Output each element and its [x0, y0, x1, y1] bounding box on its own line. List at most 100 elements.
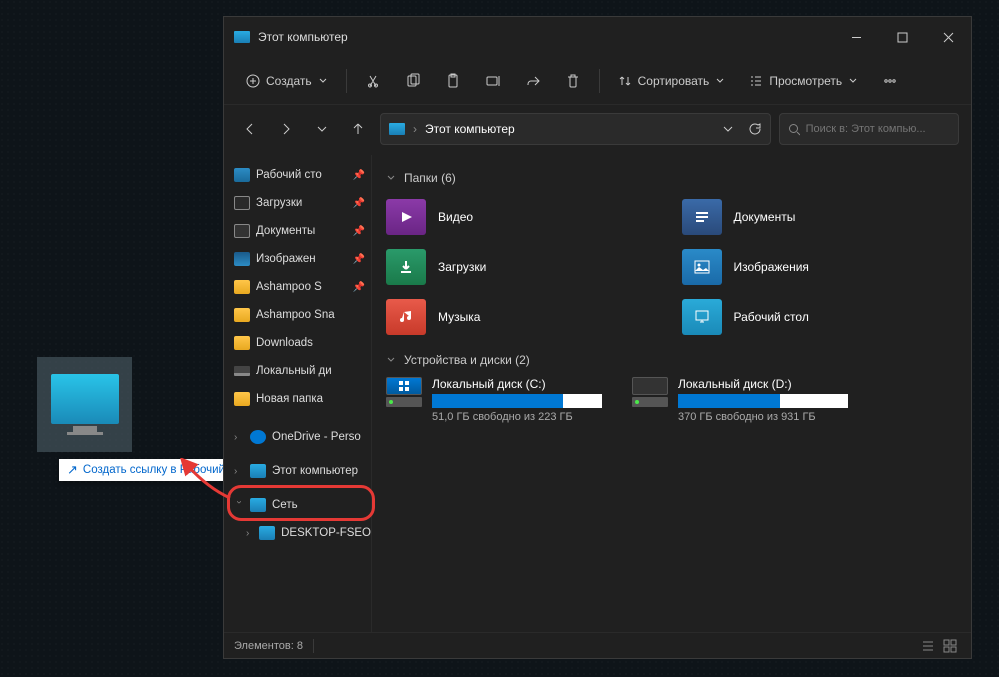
drive-name: Локальный диск (D:)	[678, 377, 848, 391]
folder-icon	[234, 308, 250, 322]
up-button[interactable]	[344, 115, 372, 143]
drive-item[interactable]: Локальный диск (C:) 51,0 ГБ свободно из …	[386, 377, 602, 423]
details-view-button[interactable]	[917, 637, 939, 655]
sidebar-item[interactable]: Ashampoo S 📌	[224, 273, 371, 301]
forward-button[interactable]	[272, 115, 300, 143]
folder-item[interactable]: Изображения	[682, 245, 958, 289]
this-pc-icon	[389, 123, 405, 135]
drives-header-label: Устройства и диски (2)	[404, 353, 530, 367]
folder-icon	[234, 366, 250, 376]
drive-usage-bar	[432, 394, 602, 408]
view-button-label: Просмотреть	[769, 74, 842, 88]
sort-button-label: Сортировать	[638, 74, 710, 88]
folder-type-icon	[386, 299, 426, 335]
sidebar-item-label: Downloads	[256, 337, 313, 349]
folder-item[interactable]: Видео	[386, 195, 662, 239]
recent-button[interactable]	[308, 115, 336, 143]
sidebar-item-label: Загрузки	[256, 197, 302, 209]
sidebar-item-label: Документы	[256, 225, 315, 237]
folder-icon	[234, 252, 250, 266]
chevron-down-icon[interactable]	[722, 123, 734, 135]
copy-button[interactable]	[395, 65, 431, 97]
sidebar-item[interactable]: Документы 📌	[224, 217, 371, 245]
sidebar-item-label: DESKTOP-FSEO	[281, 527, 371, 539]
refresh-icon[interactable]	[748, 122, 762, 136]
folder-item[interactable]: Загрузки	[386, 245, 662, 289]
folder-type-icon	[682, 199, 722, 235]
shortcut-arrow-icon: ↗	[67, 462, 78, 478]
folder-label: Изображения	[734, 260, 809, 274]
navbar: › Этот компьютер	[224, 105, 971, 153]
view-button[interactable]: Просмотреть	[739, 65, 868, 97]
new-button[interactable]: Создать	[236, 65, 338, 97]
folder-icon	[234, 280, 250, 294]
drives-group-header[interactable]: Устройства и диски (2)	[386, 353, 957, 367]
sidebar-item-label: Новая папка	[256, 393, 323, 405]
folders-header-label: Папки (6)	[404, 171, 456, 185]
sidebar-item-network[interactable]: ›Сеть	[224, 491, 371, 519]
folder-item[interactable]: Рабочий стол	[682, 295, 958, 339]
drive-free-space: 370 ГБ свободно из 931 ГБ	[678, 411, 848, 423]
sidebar-item-label: Ashampoo S	[256, 281, 322, 293]
sidebar-item-label: Сеть	[272, 499, 298, 511]
share-button[interactable]	[515, 65, 551, 97]
sidebar-item[interactable]: Новая папка	[224, 385, 371, 413]
network-icon	[250, 498, 266, 512]
pin-icon: 📌	[353, 170, 365, 181]
sidebar-item-label: Рабочий сто	[256, 169, 322, 181]
explorer-window: Этот компьютер Создать Сортировать Просм…	[223, 16, 972, 659]
drive-free-space: 51,0 ГБ свободно из 223 ГБ	[432, 411, 602, 423]
sidebar-item[interactable]: Downloads	[224, 329, 371, 357]
search-input[interactable]	[806, 123, 950, 135]
onedrive-icon	[250, 430, 266, 444]
pin-icon: 📌	[353, 282, 365, 293]
folder-icon	[234, 196, 250, 210]
folder-icon	[234, 392, 250, 406]
rename-button[interactable]	[475, 65, 511, 97]
folder-label: Рабочий стол	[734, 310, 809, 324]
minimize-button[interactable]	[833, 17, 879, 57]
sidebar-item[interactable]: Ashampoo Sna	[224, 301, 371, 329]
folder-type-icon	[386, 199, 426, 235]
folder-item[interactable]: Музыка	[386, 295, 662, 339]
sidebar-item[interactable]: Локальный ди	[224, 357, 371, 385]
folder-type-icon	[386, 249, 426, 285]
sidebar-item[interactable]: Загрузки 📌	[224, 189, 371, 217]
computer-icon	[259, 526, 275, 540]
sidebar-item-onedrive[interactable]: ›OneDrive - Perso	[224, 423, 371, 451]
sidebar-item-this-pc[interactable]: ›Этот компьютер	[224, 457, 371, 485]
paste-button[interactable]	[435, 65, 471, 97]
back-button[interactable]	[236, 115, 264, 143]
search-box[interactable]	[779, 113, 959, 145]
folder-icon	[234, 336, 250, 350]
drive-name: Локальный диск (C:)	[432, 377, 602, 391]
pin-icon: 📌	[353, 226, 365, 237]
thumbnails-view-button[interactable]	[939, 637, 961, 655]
maximize-button[interactable]	[879, 17, 925, 57]
drive-icon	[386, 377, 422, 409]
main-content: Папки (6) Видео Документы Загрузки Изображе…	[372, 155, 971, 632]
close-button[interactable]	[925, 17, 971, 57]
window-title: Этот компьютер	[258, 30, 833, 44]
more-button[interactable]	[872, 65, 908, 97]
address-bar[interactable]: › Этот компьютер	[380, 113, 771, 145]
sidebar-item-label: OneDrive - Perso	[272, 431, 361, 443]
folder-item[interactable]: Документы	[682, 195, 958, 239]
sidebar-item-label: Локальный ди	[256, 365, 332, 377]
sidebar-item-desktop-node[interactable]: ›DESKTOP-FSEO	[224, 519, 371, 547]
sidebar-item-label: Ashampoo Sna	[256, 309, 335, 321]
folder-icon	[234, 224, 250, 238]
delete-button[interactable]	[555, 65, 591, 97]
cut-button[interactable]	[355, 65, 391, 97]
sidebar-item[interactable]: Изображен📌	[224, 245, 371, 273]
drive-item[interactable]: Локальный диск (D:) 370 ГБ свободно из 9…	[632, 377, 848, 423]
folder-label: Видео	[438, 210, 473, 224]
sort-button[interactable]: Сортировать	[608, 65, 736, 97]
folders-group-header[interactable]: Папки (6)	[386, 171, 957, 185]
pin-icon: 📌	[353, 198, 365, 209]
folder-icon	[234, 168, 250, 182]
drive-icon	[632, 377, 668, 409]
sidebar-item[interactable]: Рабочий сто 📌	[224, 161, 371, 189]
sidebar: Рабочий сто 📌 Загрузки 📌 Документы 📌 Изображен…	[224, 155, 372, 632]
item-count: Элементов: 8	[234, 640, 303, 652]
